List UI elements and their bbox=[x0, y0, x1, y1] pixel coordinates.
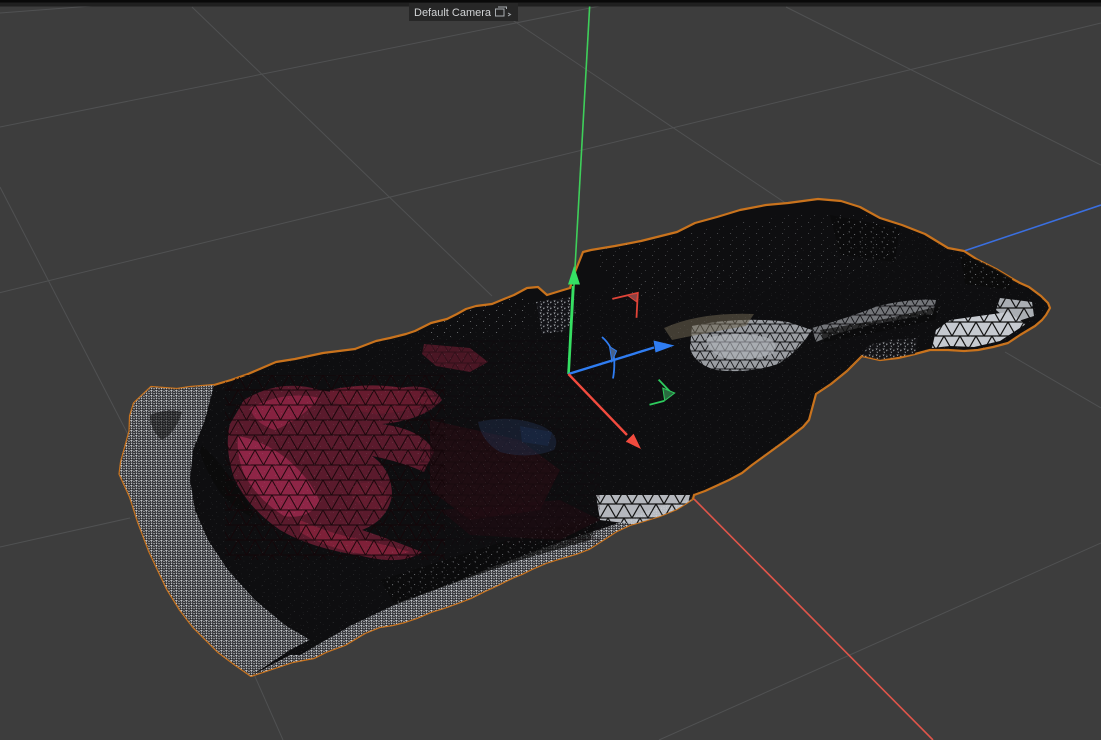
svg-text:Default Camera: Default Camera bbox=[414, 7, 492, 19]
